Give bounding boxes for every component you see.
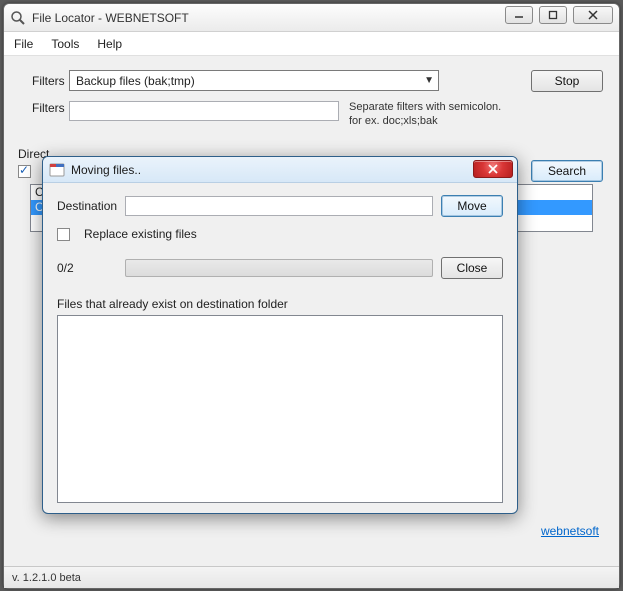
menu-tools[interactable]: Tools bbox=[51, 37, 79, 51]
dialog-close-button[interactable] bbox=[473, 160, 513, 178]
filters-combo-label: Filters bbox=[14, 74, 69, 88]
menu-file[interactable]: File bbox=[14, 37, 33, 51]
minimize-button[interactable] bbox=[505, 6, 533, 24]
close-button-dialog[interactable]: Close bbox=[441, 257, 503, 279]
menubar: File Tools Help bbox=[4, 32, 619, 56]
dialog-title: Moving files.. bbox=[71, 163, 141, 177]
exist-label: Files that already exist on destination … bbox=[57, 297, 503, 311]
destination-label: Destination bbox=[57, 199, 117, 213]
recursive-checkbox[interactable] bbox=[18, 165, 31, 178]
stop-button[interactable]: Stop bbox=[531, 70, 603, 92]
destination-input[interactable] bbox=[125, 196, 433, 216]
filters-text-label: Filters bbox=[14, 101, 69, 115]
window-title: File Locator - WEBNETSOFT bbox=[32, 11, 189, 25]
dialog-titlebar: Moving files.. bbox=[43, 157, 517, 183]
filters-hint-line1: Separate filters with semicolon. bbox=[349, 101, 501, 115]
filters-hint-line2: for ex. doc;xls;bak bbox=[349, 115, 501, 129]
replace-label: Replace existing files bbox=[84, 227, 197, 241]
search-button[interactable]: Search bbox=[531, 160, 603, 182]
version-label: v. 1.2.1.0 beta bbox=[12, 572, 81, 584]
filters-combo[interactable]: Backup files (bak;tmp) ▼ bbox=[69, 70, 439, 91]
moving-files-dialog: Moving files.. Destination Move Replace … bbox=[42, 156, 518, 514]
webnetsoft-link[interactable]: webnetsoft bbox=[541, 524, 599, 538]
form-icon bbox=[49, 162, 65, 178]
move-button[interactable]: Move bbox=[441, 195, 503, 217]
replace-checkbox[interactable] bbox=[57, 228, 70, 241]
titlebar: File Locator - WEBNETSOFT bbox=[4, 4, 619, 32]
close-button[interactable] bbox=[573, 6, 613, 24]
filters-combo-value: Backup files (bak;tmp) bbox=[76, 74, 195, 88]
chevron-down-icon: ▼ bbox=[424, 75, 434, 86]
window-buttons bbox=[505, 6, 613, 24]
progress-bar bbox=[125, 259, 433, 277]
existing-files-listbox[interactable] bbox=[57, 315, 503, 503]
app-icon bbox=[10, 10, 26, 26]
progress-text: 0/2 bbox=[57, 261, 117, 275]
filters-text-input[interactable] bbox=[69, 101, 339, 121]
menu-help[interactable]: Help bbox=[97, 37, 122, 51]
filters-hint: Separate filters with semicolon. for ex.… bbox=[349, 101, 501, 129]
maximize-button[interactable] bbox=[539, 6, 567, 24]
statusbar: v. 1.2.1.0 beta bbox=[4, 566, 619, 588]
